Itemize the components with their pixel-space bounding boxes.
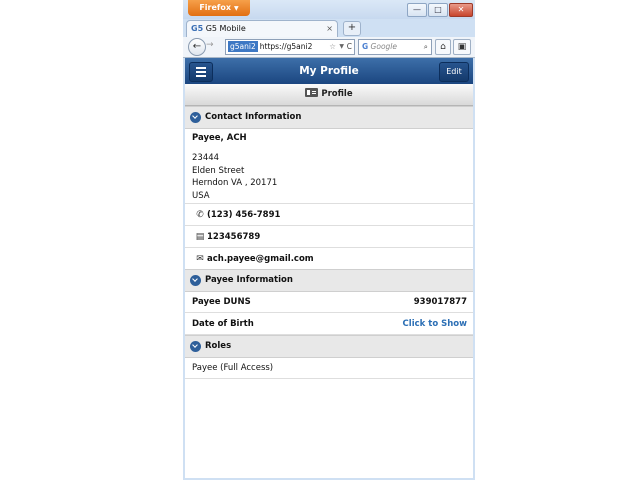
fax-icon: ▤ [195,232,205,242]
navigation-bar: ← → g5ani2 https://g5ani2 ☆ ▼ C G Google … [183,37,475,58]
hamburger-menu-button[interactable] [189,62,213,82]
email-row[interactable]: ✉ ach.payee@gmail.com [185,248,473,270]
duns-label: Payee DUNS [192,297,251,307]
home-button[interactable]: ⌂ [435,39,451,55]
fax-number: 123456789 [207,232,261,242]
menu-bar-icon [196,75,206,77]
profile-tab-label: Profile [321,89,353,99]
section-title: Contact Information [205,112,302,122]
browser-window: Firefox ▼ — □ ✕ G5 G5 Mobile × + ← → g5an… [183,0,475,480]
reload-icon[interactable]: C [347,40,352,54]
role-item: Payee (Full Access) [185,357,473,379]
chevron-down-icon [190,275,201,286]
window-controls: — □ ✕ [407,3,473,17]
contact-section-header[interactable]: Contact Information [185,106,473,129]
menu-bar-icon [196,67,206,69]
email-icon: ✉ [196,254,204,264]
search-placeholder: Google [370,42,397,51]
toolbar-menu-button[interactable]: ▣ [453,39,471,55]
bookmark-star-icon[interactable]: ☆ [329,40,336,54]
chevron-down-icon [190,341,201,352]
fax-row[interactable]: ▤ 123456789 [185,226,473,248]
browser-tab[interactable]: G5 G5 Mobile × [186,20,338,37]
close-tab-icon[interactable]: × [326,21,333,37]
maximize-button[interactable]: □ [428,3,448,17]
url-dropdown-icon[interactable]: ▼ [339,40,344,54]
firefox-menu-button[interactable]: Firefox ▼ [188,0,250,16]
address: 23444 Elden Street Herndon VA , 20171 US… [192,152,277,202]
page-content: My Profile Edit Profile Contact Informat… [185,58,473,478]
section-title: Roles [205,341,232,351]
site-identity-badge[interactable]: g5ani2 [228,41,258,52]
url-bar[interactable]: g5ani2 https://g5ani2 ☆ ▼ C [225,39,355,55]
tab-favicon: G5 [191,24,204,33]
section-title: Payee Information [205,275,293,285]
role-label: Payee (Full Access) [192,363,274,373]
dob-row: Date of Birth Click to Show [185,313,473,335]
address-line: Herndon VA , 20171 [192,178,278,188]
search-input[interactable]: G Google ⌕ [358,39,432,55]
duns-row: Payee DUNS 939017877 [185,291,473,313]
title-bar: Firefox ▼ — □ ✕ [183,0,475,19]
new-tab-button[interactable]: + [343,21,361,36]
tab-title: G5 Mobile [205,24,246,33]
click-to-show-link[interactable]: Click to Show [403,319,467,329]
close-window-button[interactable]: ✕ [449,3,473,17]
phone-number: (123) 456-7891 [207,210,281,220]
dob-label: Date of Birth [192,319,254,329]
minimize-button[interactable]: — [407,3,427,17]
menu-bar-icon [196,71,206,73]
address-line: USA [192,190,210,201]
address-line: 23444 [192,153,220,163]
back-button[interactable]: ← [188,38,206,56]
payee-section-header[interactable]: Payee Information [185,269,473,292]
url-text: https://g5ani2 [259,42,313,51]
contact-name: Payee, ACH [192,133,247,143]
firefox-menu-label: Firefox [199,3,232,12]
address-block: Payee, ACH 23444 Elden Street Herndon VA… [185,128,473,204]
phone-row[interactable]: ✆ (123) 456-7891 [185,204,473,226]
roles-section-header[interactable]: Roles [185,335,473,358]
duns-value: 939017877 [413,297,467,307]
forward-button[interactable]: → [206,40,214,50]
tab-bar: G5 G5 Mobile × + [183,19,475,37]
profile-tab[interactable]: Profile [185,84,473,106]
edit-button[interactable]: Edit [439,62,469,82]
id-card-icon [305,88,319,97]
search-icon[interactable]: ⌕ [424,40,428,54]
email-address: ach.payee@gmail.com [207,254,314,264]
app-header: My Profile Edit [185,58,473,84]
google-icon: G [362,42,369,51]
phone-icon: ✆ [196,210,204,220]
page-title: My Profile [299,65,359,77]
dropdown-arrow-icon: ▼ [234,5,239,12]
chevron-down-icon [190,112,201,123]
address-line: Elden Street [192,165,245,176]
